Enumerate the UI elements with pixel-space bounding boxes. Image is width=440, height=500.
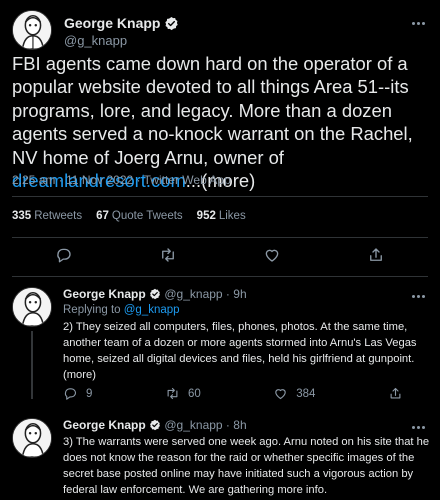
retweet-count: 60 <box>187 387 201 400</box>
avatar-image <box>13 419 51 457</box>
tweet-timestamp[interactable]: 2:25 am · 11 Nov 2022 · Twitter Web App <box>12 173 231 187</box>
verified-badge-icon <box>164 16 179 31</box>
quotes-count: 67 <box>96 210 109 222</box>
tweet-text-body: FBI agents came down hard on the operato… <box>12 53 413 168</box>
tweet-header: George Knapp @g_knapp <box>12 8 428 52</box>
avatar[interactable] <box>12 287 52 327</box>
reply-handle-time[interactable]: @g_knapp · 8h <box>164 418 246 432</box>
reply-header: George Knapp @g_knapp · 8h <box>63 418 247 432</box>
avatar-image <box>13 11 51 49</box>
reply-author-name[interactable]: George Knapp <box>63 287 146 301</box>
reply-text: 2) They seized all computers, files, pho… <box>63 321 417 381</box>
tweet-stats: 335 Retweets 67 Quote Tweets 952 Likes <box>12 210 246 222</box>
share-icon[interactable] <box>388 386 403 401</box>
tweet-actions <box>12 246 428 264</box>
reply-actions: 9 60 384 <box>63 386 403 401</box>
verified-badge-icon <box>149 288 161 300</box>
more-icon[interactable] <box>408 291 428 301</box>
likes-stat[interactable]: 952 Likes <box>197 210 246 222</box>
quotes-stat[interactable]: 67 Quote Tweets <box>96 210 183 222</box>
likes-count: 952 <box>196 210 216 222</box>
reply-action[interactable]: 9 <box>63 386 92 401</box>
divider <box>12 237 428 238</box>
retweet-action[interactable]: 60 <box>165 386 201 401</box>
tweet-text: FBI agents came down hard on the operato… <box>12 52 430 192</box>
author-handle[interactable]: @g_knapp <box>64 33 127 48</box>
avatar-image <box>13 288 51 326</box>
thread-line <box>31 331 33 399</box>
retweets-count: 335 <box>12 210 32 222</box>
reply-text: 3) The warrants were served one week ago… <box>63 436 430 496</box>
retweet-icon[interactable] <box>159 246 177 264</box>
likes-label: Likes <box>218 210 246 222</box>
like-count: 384 <box>296 387 316 400</box>
replying-to: Replying to @g_knapp <box>63 304 180 316</box>
replying-label: Replying to <box>63 304 121 316</box>
retweet-icon[interactable] <box>165 386 180 401</box>
quotes-label: Quote Tweets <box>111 210 183 222</box>
author-name[interactable]: George Knapp <box>64 15 160 31</box>
reply-author-name[interactable]: George Knapp <box>63 418 146 432</box>
divider <box>12 196 428 197</box>
reply-header: George Knapp @g_knapp · 9h <box>63 287 247 301</box>
share-icon[interactable] <box>367 246 385 264</box>
like-icon[interactable] <box>263 246 281 264</box>
reply-handle-time[interactable]: @g_knapp · 9h <box>164 287 246 301</box>
verified-badge-icon <box>149 419 161 431</box>
retweets-stat[interactable]: 335 Retweets <box>12 210 82 222</box>
replying-mention[interactable]: @g_knapp <box>124 304 180 316</box>
reply-icon[interactable] <box>63 386 78 401</box>
divider <box>12 276 428 277</box>
reply-icon[interactable] <box>55 246 73 264</box>
like-icon[interactable] <box>273 386 288 401</box>
more-icon[interactable] <box>408 422 428 432</box>
like-action[interactable]: 384 <box>273 386 315 401</box>
avatar[interactable] <box>12 10 52 50</box>
avatar[interactable] <box>12 418 52 458</box>
retweets-label: Retweets <box>34 210 83 222</box>
more-icon[interactable] <box>408 16 428 30</box>
reply-count: 9 <box>86 387 93 400</box>
share-action[interactable] <box>388 386 403 401</box>
author-name-row[interactable]: George Knapp <box>64 15 179 31</box>
